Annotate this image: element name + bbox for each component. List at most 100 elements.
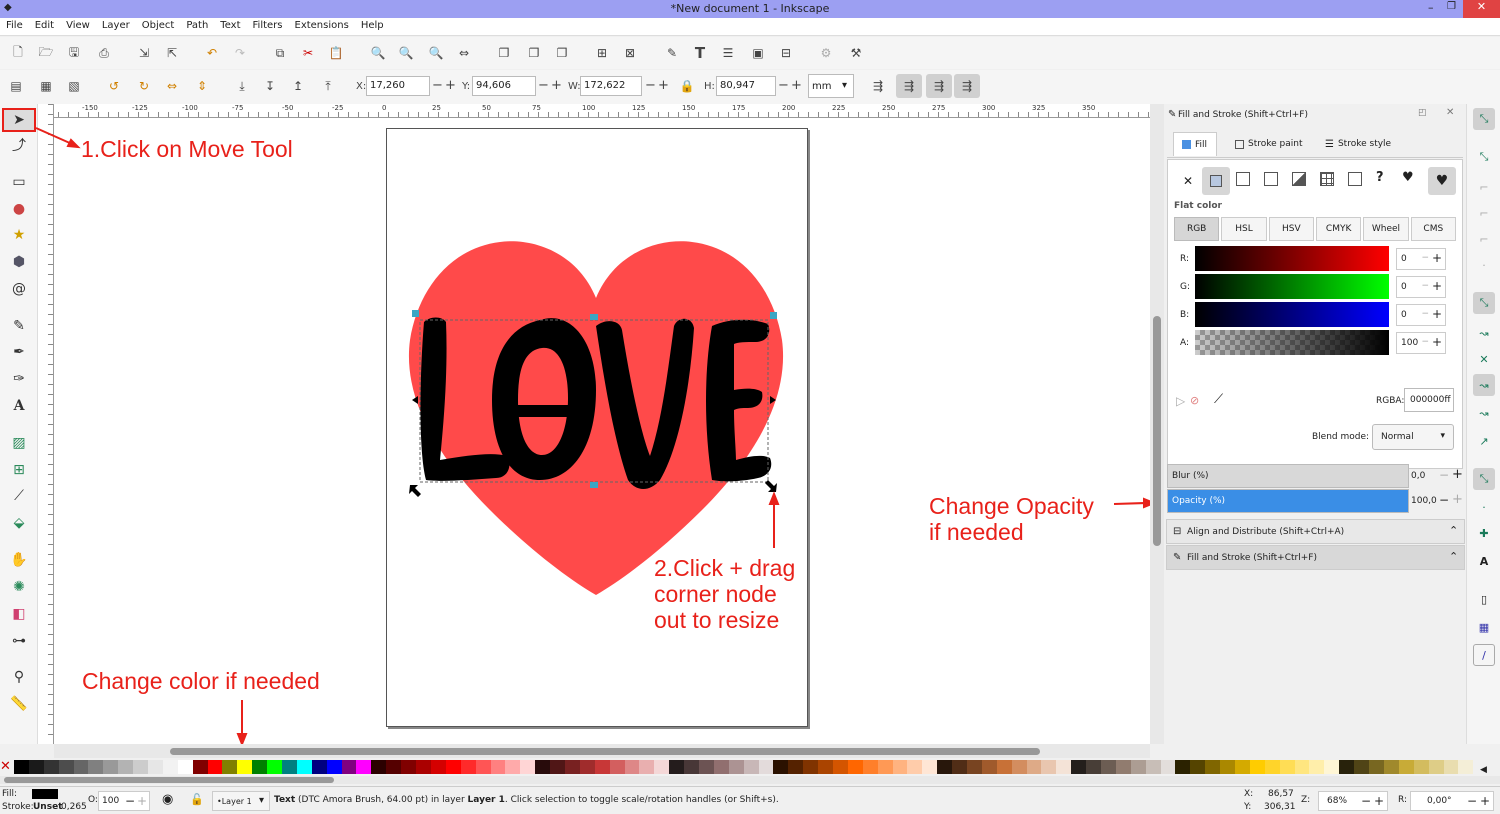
palette-swatch[interactable]	[1056, 760, 1072, 774]
mode-hsl[interactable]: HSL	[1221, 217, 1267, 241]
w-increment[interactable]: +	[658, 78, 669, 93]
r-slider[interactable]	[1195, 246, 1389, 271]
radial-gradient-icon[interactable]	[1264, 172, 1278, 186]
horizontal-scroll-thumb[interactable]	[170, 748, 1040, 755]
select-all-icon[interactable]: ▤	[6, 76, 26, 96]
snap-rotation-center-icon[interactable]: ✚	[1473, 522, 1495, 544]
palette-swatch[interactable]	[490, 760, 506, 774]
palette-swatch[interactable]	[1235, 760, 1250, 774]
palette-swatch[interactable]	[1220, 760, 1236, 774]
layer-select[interactable]: •Layer 1 ▾	[212, 791, 270, 811]
menu-file[interactable]: File	[0, 18, 29, 31]
duplicate-icon[interactable]: ❐	[494, 43, 514, 63]
palette-swatch[interactable]	[1175, 760, 1191, 774]
layer-lock-icon[interactable]: 🔓	[190, 793, 204, 806]
open-icon[interactable]: 🗁	[36, 43, 56, 63]
b-slider[interactable]	[1195, 302, 1389, 327]
undo-icon[interactable]: ↶	[202, 43, 222, 63]
print-icon[interactable]: ⎙	[94, 43, 114, 63]
palette-swatch[interactable]	[937, 760, 953, 774]
y-increment[interactable]: +	[551, 78, 562, 93]
save-icon[interactable]: 🖫	[64, 43, 84, 63]
palette-swatch[interactable]	[237, 760, 253, 774]
fill-stroke-icon[interactable]: ✎	[662, 43, 682, 63]
palette-swatch[interactable]	[1101, 760, 1116, 774]
palette-swatch[interactable]	[505, 760, 521, 774]
palette-swatch[interactable]	[1026, 760, 1042, 774]
palette-swatch[interactable]	[133, 760, 149, 774]
palette-swatch[interactable]	[148, 760, 163, 774]
palette-scrollbar[interactable]	[0, 776, 1500, 784]
palette-swatch[interactable]	[1309, 760, 1325, 774]
palette-swatch[interactable]	[1398, 760, 1414, 774]
snap-cusp-nodes-icon[interactable]: ↝	[1473, 374, 1495, 396]
r-field[interactable]: 0− +	[1396, 248, 1446, 270]
menu-help[interactable]: Help	[355, 18, 390, 31]
spiral-tool[interactable]: @	[9, 279, 29, 299]
b-field[interactable]: 0− +	[1396, 304, 1446, 326]
x-increment[interactable]: +	[445, 78, 456, 93]
palette-swatch[interactable]	[713, 760, 729, 774]
palette-swatch[interactable]	[892, 760, 908, 774]
unit-select[interactable]: mm ▾	[808, 74, 854, 98]
rotate-cw-icon[interactable]: ↻	[134, 76, 154, 96]
zoom-width-icon[interactable]: ⇔	[454, 43, 474, 63]
palette-swatch[interactable]	[445, 760, 461, 774]
menu-edit[interactable]: Edit	[29, 18, 60, 31]
palette-swatch[interactable]	[609, 760, 625, 774]
minimize-icon[interactable]: –	[1428, 1, 1434, 14]
snap-bbox-corners-icon[interactable]: ⌐	[1473, 202, 1495, 224]
palette-swatch[interactable]	[996, 760, 1012, 774]
blur-value[interactable]: 0,0	[1411, 471, 1425, 481]
clone-icon[interactable]: ❐	[524, 43, 544, 63]
import-icon[interactable]: ⇲	[134, 43, 154, 63]
mesh-gradient-icon[interactable]	[1292, 172, 1306, 186]
snap-midpoints-icon[interactable]: ↗	[1473, 430, 1495, 452]
fill-rule-nonzero-icon[interactable]: ♥	[1428, 167, 1456, 195]
palette-swatch[interactable]	[818, 760, 833, 774]
menu-layer[interactable]: Layer	[96, 18, 136, 31]
horizontal-scrollbar[interactable]	[54, 744, 1150, 758]
opacity-status-field[interactable]: 100 − +	[98, 791, 150, 811]
document-properties-icon[interactable]: ⚙	[816, 43, 836, 63]
palette-swatch[interactable]	[252, 760, 268, 774]
close-window-button[interactable]: ✕	[1463, 0, 1500, 18]
layers-icon[interactable]: ☰	[718, 43, 738, 63]
snap-grids-icon[interactable]: ▦	[1473, 616, 1495, 638]
y-decrement[interactable]: −	[538, 78, 549, 93]
restore-icon[interactable]: ❐	[1447, 1, 1456, 12]
unlink-clone-icon[interactable]: ❐	[552, 43, 572, 63]
snap-smooth-nodes-icon[interactable]: ↝	[1473, 402, 1495, 424]
layer-visibility-icon[interactable]: ◉	[162, 792, 173, 807]
move-patterns-icon[interactable]: ⇶	[954, 74, 980, 98]
node-tool[interactable]: ⤴	[9, 135, 29, 155]
menu-view[interactable]: View	[60, 18, 96, 31]
swatch-icon[interactable]	[1348, 172, 1362, 186]
tab-fill[interactable]: Fill	[1173, 132, 1217, 156]
palette-swatch[interactable]	[341, 760, 357, 774]
scale-stroke-icon[interactable]: ⇶	[868, 76, 888, 96]
palette-swatch[interactable]	[1160, 760, 1176, 774]
palette-swatch[interactable]	[684, 760, 699, 774]
palette-swatch[interactable]	[371, 760, 387, 774]
palette-swatch[interactable]	[669, 760, 685, 774]
palette-scroll-thumb[interactable]	[4, 777, 334, 783]
palette-swatch[interactable]	[832, 760, 848, 774]
palette-swatch[interactable]	[1130, 760, 1146, 774]
a-field[interactable]: 100− +	[1396, 332, 1446, 354]
no-color-swatch-icon[interactable]: ✕	[0, 760, 14, 774]
palette-swatch[interactable]	[460, 760, 476, 774]
tab-stroke-paint[interactable]: Stroke paint	[1235, 132, 1303, 156]
star-tool[interactable]: ★	[9, 225, 29, 245]
deselect-icon[interactable]: ▧	[64, 76, 84, 96]
zoom-drawing-icon[interactable]: 🔍	[396, 43, 416, 63]
palette-swatch[interactable]	[1443, 760, 1459, 774]
flat-color-button[interactable]	[1202, 167, 1230, 195]
flip-vertical-icon[interactable]: ⇕	[192, 76, 212, 96]
zoom-selection-icon[interactable]: 🔍	[368, 43, 388, 63]
opacity-increment[interactable]: +	[1452, 492, 1463, 507]
palette-swatch[interactable]	[1279, 760, 1295, 774]
palette-swatch[interactable]	[773, 760, 789, 774]
mode-hsv[interactable]: HSV	[1268, 217, 1314, 241]
palette-swatch[interactable]	[103, 760, 119, 774]
